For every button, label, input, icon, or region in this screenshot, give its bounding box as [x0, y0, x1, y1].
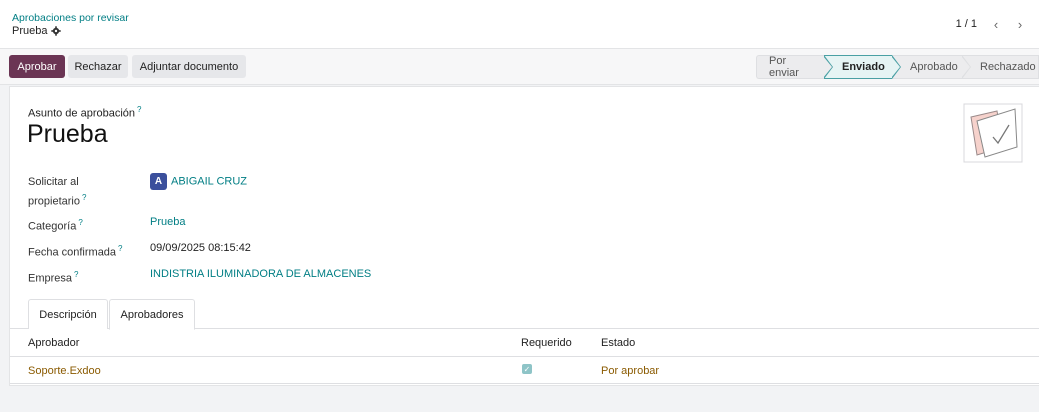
company-label: Empresa? [28, 267, 78, 287]
chevron-left-icon[interactable]: ‹ [987, 15, 1005, 33]
owner-name[interactable]: ABIGAIL CRUZ [171, 176, 247, 188]
state-cell[interactable]: Por aprobar [601, 365, 659, 377]
help-icon[interactable]: ? [82, 193, 86, 202]
tab-descripcion[interactable]: Descripción [28, 299, 108, 329]
status-bar: Por enviar Enviado Aprobado Rechazado [756, 55, 1039, 79]
record-title[interactable]: Prueba [27, 120, 108, 149]
subject-label: Asunto de aprobación? [28, 105, 141, 120]
stage-rechazado[interactable]: Rechazado [962, 55, 1039, 79]
help-icon[interactable]: ? [137, 105, 141, 114]
help-icon[interactable]: ? [74, 270, 78, 279]
tab-aprobadores[interactable]: Aprobadores [109, 299, 195, 330]
approvers-table-header: Aprobador Requerido Estado [10, 329, 1039, 357]
form-sheet: Asunto de aprobación? Prueba Solicitar a… [9, 86, 1039, 386]
pager: 1 / 1 ‹ › [956, 15, 1029, 33]
column-header-required[interactable]: Requerido [521, 337, 572, 349]
subject-label-text: Asunto de aprobación [28, 107, 136, 120]
stage-label: Rechazado [980, 61, 1036, 73]
column-header-state[interactable]: Estado [601, 337, 635, 349]
owner-label: Solicitar al propietario? [28, 175, 86, 210]
action-bar: Aprobar Rechazar Adjuntar documento Por … [0, 49, 1039, 85]
owner-field[interactable]: A ABIGAIL CRUZ [150, 173, 247, 190]
pager-value[interactable]: 1 / 1 [956, 18, 977, 30]
date-label-text: Fecha confirmada [28, 246, 117, 259]
approval-folder-icon [963, 103, 1023, 163]
column-header-approver[interactable]: Aprobador [28, 337, 79, 349]
date-value[interactable]: 09/09/2025 08:15:42 [150, 242, 251, 254]
approver-cell[interactable]: Soporte.Exdoo [28, 365, 101, 377]
stage-label: Aprobado [910, 61, 958, 73]
required-checkbox[interactable]: ✓ [522, 364, 532, 374]
approve-button[interactable]: Aprobar [9, 55, 65, 78]
gear-icon[interactable] [51, 26, 62, 36]
owner-label-line1: Solicitar al [28, 176, 79, 188]
company-label-text: Empresa [28, 272, 73, 285]
help-icon[interactable]: ? [118, 244, 122, 253]
breadcrumb-current-label: Prueba [12, 25, 48, 37]
breadcrumb-current: Prueba [12, 25, 62, 37]
owner-label-line2: propietario [28, 195, 80, 208]
attach-document-button[interactable]: Adjuntar documento [132, 55, 246, 78]
reject-button[interactable]: Rechazar [68, 55, 128, 78]
stage-por-enviar[interactable]: Por enviar [756, 55, 833, 79]
help-icon[interactable]: ? [78, 218, 82, 227]
company-value[interactable]: INDISTRIA ILUMINADORA DE ALMACENES [150, 268, 371, 280]
stage-label: Enviado [842, 61, 885, 73]
chevron-right-icon[interactable]: › [1011, 15, 1029, 33]
category-label-text: Categoría [28, 220, 77, 233]
date-label: Fecha confirmada? [28, 241, 123, 261]
stage-aprobado[interactable]: Aprobado [892, 55, 971, 79]
notebook-tabs: Descripción Aprobadores [10, 299, 1039, 330]
category-label: Categoría? [28, 215, 83, 235]
breadcrumb-parent-link[interactable]: Aprobaciones por revisar [12, 12, 129, 24]
control-panel: Aprobaciones por revisar Prueba 1 / 1 ‹ … [0, 0, 1039, 49]
avatar: A [150, 173, 167, 190]
category-value[interactable]: Prueba [150, 216, 185, 228]
stage-enviado[interactable]: Enviado [824, 55, 901, 79]
stage-label: Por enviar [769, 55, 799, 79]
table-row[interactable]: Soporte.Exdoo ✓ Por aprobar [10, 357, 1039, 384]
